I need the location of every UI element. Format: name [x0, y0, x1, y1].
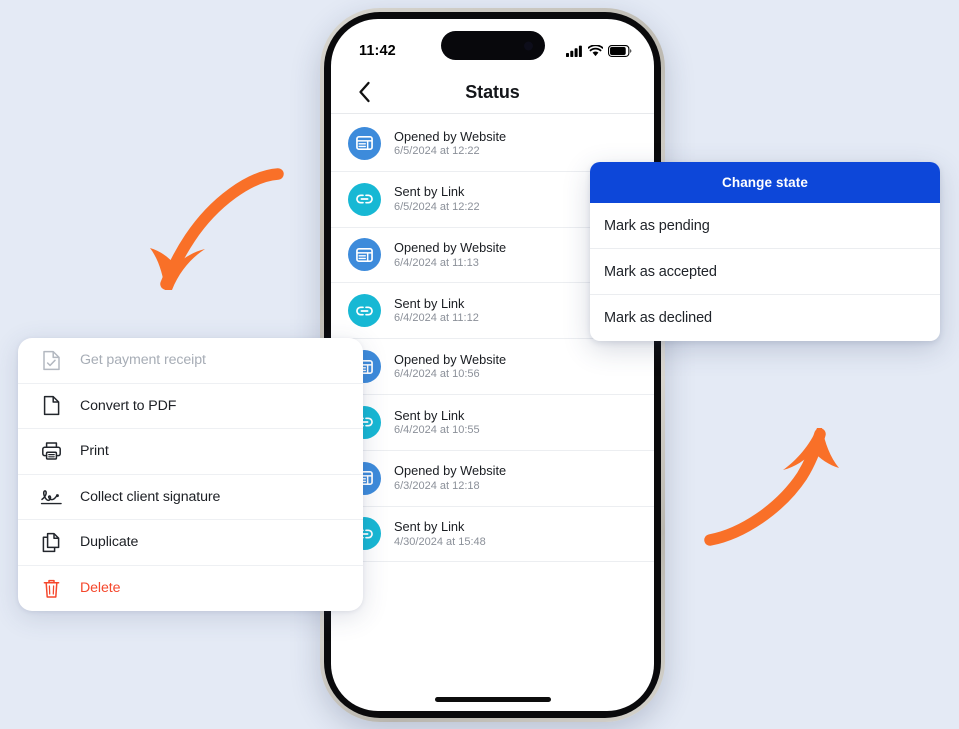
status-item-title: Opened by Website: [394, 463, 507, 479]
status-item-icon: [348, 182, 381, 216]
curved-arrow-down-left-icon: [150, 168, 284, 290]
change-state-option[interactable]: Mark as pending: [590, 203, 940, 249]
front-camera-icon: [523, 41, 533, 50]
wifi-icon: [588, 45, 603, 57]
status-item-text: Sent by Link 4/30/2024 at 15:48: [394, 519, 486, 549]
status-item-icon: [348, 126, 381, 160]
status-item-timestamp: 6/3/2024 at 12:18: [394, 479, 480, 492]
trash-icon: [43, 579, 59, 598]
context-menu-item[interactable]: Delete: [18, 566, 363, 612]
change-state-option[interactable]: Mark as declined: [590, 295, 940, 341]
document-icon: [43, 396, 59, 416]
curved-arrow-up-right-icon: [704, 428, 839, 546]
status-bar-icons: [566, 45, 632, 57]
status-item-icon: [348, 238, 381, 272]
status-item-text: Sent by Link 6/5/2024 at 12:22: [394, 184, 480, 214]
context-menu-item-label: Collect client signature: [80, 488, 221, 505]
status-item-title: Sent by Link: [394, 184, 465, 200]
status-bar-time: 11:42: [359, 43, 396, 59]
dynamic-island: [440, 31, 545, 60]
status-item-timestamp: 6/5/2024 at 12:22: [394, 144, 480, 157]
status-list-item[interactable]: Opened by Website 6/3/2024 at 12:18: [331, 451, 654, 507]
copy-icon: [38, 532, 64, 553]
back-button[interactable]: [351, 79, 377, 105]
signature-icon: [38, 488, 64, 506]
status-item-icon: [348, 294, 381, 328]
link-icon: [356, 194, 373, 204]
status-item-text: Opened by Website 6/5/2024 at 12:22: [394, 129, 506, 159]
browser-window-icon: [356, 136, 373, 151]
status-item-timestamp: 6/4/2024 at 11:12: [394, 312, 479, 325]
context-menu-item[interactable]: Print: [18, 429, 363, 475]
link-icon: [356, 306, 373, 316]
status-item-timestamp: 6/4/2024 at 10:56: [394, 368, 480, 381]
status-list-item[interactable]: Sent by Link 4/30/2024 at 15:48: [331, 507, 654, 563]
change-state-option[interactable]: Mark as accepted: [590, 249, 940, 295]
status-item-text: Opened by Website 6/4/2024 at 11:13: [394, 240, 506, 270]
context-menu-item-label: Get payment receipt: [80, 352, 206, 369]
context-menu-item[interactable]: Duplicate: [18, 520, 363, 566]
nav-divider: [331, 113, 654, 114]
context-menu-item[interactable]: Convert to PDF: [18, 384, 363, 429]
status-item-title: Opened by Website: [394, 351, 507, 367]
context-menu-item-label: Print: [80, 443, 109, 460]
change-state-header: Change state: [590, 162, 940, 203]
document-icon: [38, 395, 64, 416]
status-item-text: Sent by Link 6/4/2024 at 10:55: [394, 408, 480, 438]
context-menu-item-label: Convert to PDF: [80, 397, 177, 414]
browser-window-icon: [356, 247, 373, 262]
change-state-options: Mark as pending Mark as accepted Mark as d…: [590, 203, 940, 341]
context-menu-item-label: Delete: [80, 580, 121, 597]
status-item-text: Sent by Link 6/4/2024 at 11:12: [394, 296, 479, 326]
status-item-title: Sent by Link: [394, 407, 465, 423]
signature-icon: [40, 489, 62, 505]
cellular-signal-icon: [566, 45, 582, 57]
copy-icon: [42, 532, 60, 552]
status-list-item[interactable]: Sent by Link 6/4/2024 at 10:55: [331, 395, 654, 451]
status-item-timestamp: 6/5/2024 at 12:22: [394, 200, 480, 213]
context-menu-item: Get payment receipt: [18, 338, 363, 384]
navigation-bar: Status: [331, 71, 654, 113]
page-title: Status: [465, 81, 520, 102]
status-item-timestamp: 6/4/2024 at 10:55: [394, 423, 480, 436]
status-item-title: Sent by Link: [394, 296, 465, 312]
home-indicator: [434, 697, 551, 702]
trash-icon: [38, 578, 64, 599]
status-item-text: Opened by Website 6/4/2024 at 10:56: [394, 352, 506, 382]
phone-screen: 11:42 Status Opened by Website 6/5/2024 …: [331, 19, 654, 711]
status-item-title: Opened by Website: [394, 128, 507, 144]
context-menu-item[interactable]: Collect client signature: [18, 475, 363, 520]
printer-icon: [38, 441, 64, 461]
status-item-title: Opened by Website: [394, 240, 507, 256]
receipt-check-icon: [38, 350, 64, 371]
status-item-timestamp: 6/4/2024 at 11:13: [394, 256, 479, 269]
status-item-text: Opened by Website 6/3/2024 at 12:18: [394, 463, 506, 493]
battery-icon: [608, 45, 632, 57]
screenshot-canvas: 11:42 Status Opened by Website 6/5/2024 …: [0, 0, 959, 729]
status-item-title: Sent by Link: [394, 519, 465, 535]
status-item-timestamp: 4/30/2024 at 15:48: [394, 535, 486, 548]
chevron-left-icon: [358, 81, 370, 103]
printer-icon: [41, 442, 61, 460]
context-menu: Get payment receipt Convert to PDF Print Co…: [18, 338, 363, 611]
change-state-title: Change state: [722, 175, 808, 190]
status-list-item[interactable]: Opened by Website 6/4/2024 at 10:56: [331, 339, 654, 395]
context-menu-item-label: Duplicate: [80, 534, 139, 551]
receipt-check-icon: [42, 350, 60, 370]
phone-mockup: 11:42 Status Opened by Website 6/5/2024 …: [320, 8, 665, 722]
change-state-popup: Change state Mark as pending Mark as acce…: [590, 162, 940, 341]
